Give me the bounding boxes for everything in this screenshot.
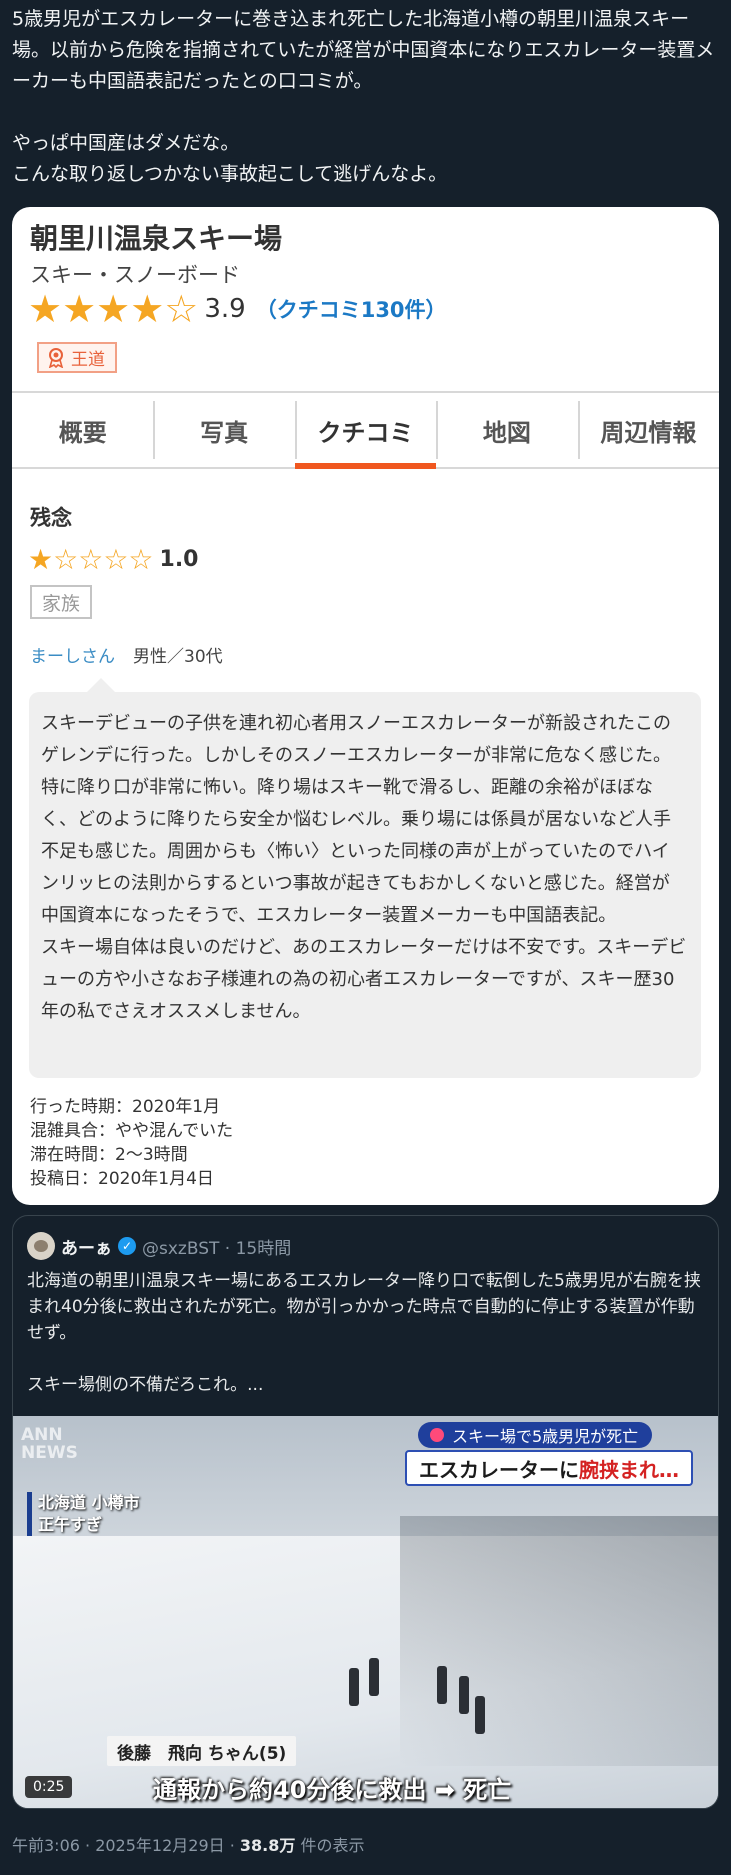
video-person — [459, 1676, 469, 1714]
view-label: 件の表示 — [295, 1836, 365, 1855]
video-headline-b: 腕挟まれ… — [579, 1457, 679, 1482]
video-headline-a: エスカレーターに — [419, 1457, 579, 1482]
video-person — [437, 1666, 447, 1704]
verified-icon: ✓ — [118, 1237, 136, 1255]
tab-overview: 概要 — [58, 418, 107, 447]
visit-crowd: 混雑具合：やや混んでいた — [30, 1121, 234, 1141]
video-location: 北海道 小樽市 正午すぎ — [27, 1492, 140, 1536]
logo-line-2: NEWS — [21, 1443, 78, 1463]
logo-line-1: ANN — [21, 1425, 63, 1445]
review-tag: 家族 — [30, 585, 93, 619]
video-duration: 0:25 — [25, 1776, 73, 1798]
review-user: まーしさん 男性／30代 — [30, 642, 223, 667]
star-full-icon: ★ — [28, 543, 54, 576]
tab-nearby: 周辺情報 — [577, 393, 719, 467]
video-player[interactable]: ANN NEWS 北海道 小樽市 正午すぎ スキー場で5歳男児が死亡 エスカレー… — [13, 1416, 718, 1808]
review-body: スキーデビューの子供を連れ初心者用スノーエスカレーターが新設されたこのゲレンデに… — [29, 678, 701, 1078]
tab-reviews: クチコミ — [294, 393, 437, 469]
avatar[interactable] — [27, 1232, 55, 1260]
place-category: スキー・スノーボード — [30, 263, 240, 287]
rating-stars: ★★★★☆ — [28, 289, 198, 329]
review-count-link: （クチコミ130件） — [255, 298, 447, 322]
visit-period: 行った時期：2020年1月 — [30, 1097, 221, 1117]
video-location-line2: 正午すぎ — [38, 1515, 103, 1534]
review-user-meta: 男性／30代 — [133, 647, 223, 667]
tweet-footer: 午前3:06 · 2025年12月29日 · 38.8万 件の表示 — [12, 1832, 364, 1856]
visit-info: 行った時期：2020年1月 混雑具合：やや混んでいた 滞在時間：2〜3時間 投稿… — [30, 1095, 233, 1191]
place-title: 朝里川温泉スキー場 — [30, 222, 283, 255]
video-shadow — [400, 1516, 718, 1766]
rating-value: 3.9 — [204, 294, 246, 324]
video-headline: エスカレーターに 腕挟まれ… — [405, 1450, 693, 1486]
quoted-author-handle: @sxzBST · 15時間 — [142, 1238, 292, 1259]
review-rating: ★☆☆☆☆ 1.0 — [28, 543, 199, 576]
badge-oudou: 王道 — [37, 342, 117, 373]
review-card-screenshot: 朝里川温泉スキー場 スキー・スノーボード ★★★★☆ 3.9 （クチコミ130件… — [12, 207, 719, 1205]
review-stars: ★☆☆☆☆ — [28, 543, 154, 576]
video-caption: 通報から約40分後に救出 ➡ 死亡 — [153, 1776, 512, 1804]
view-count: 38.8万 — [239, 1836, 296, 1855]
overall-rating: ★★★★☆ 3.9 （クチコミ130件） — [28, 289, 447, 329]
review-title: 残念 — [30, 506, 72, 530]
badge-label: 王道 — [71, 350, 105, 370]
visit-posted: 投稿日：2020年1月4日 — [30, 1169, 214, 1189]
video-person — [369, 1658, 379, 1696]
tab-map: 地図 — [436, 393, 577, 467]
video-news-logo: ANN NEWS — [21, 1426, 78, 1462]
quoted-author-name[interactable]: あーぁ — [61, 1234, 112, 1259]
tweet-text: 5歳男児がエスカレーターに巻き込まれ死亡した北海道小樽の朝里川温泉スキー場。以前… — [12, 8, 715, 185]
tweet-timestamp[interactable]: 午前3:06 · 2025年12月29日 · — [12, 1836, 240, 1855]
review-rating-value: 1.0 — [159, 547, 199, 572]
star-empty-icon: ☆☆☆☆ — [53, 543, 154, 576]
tab-bar: 概要 写真 クチコミ 地図 周辺情報 — [12, 391, 719, 469]
star-empty-icon: ☆ — [164, 287, 199, 331]
tab-photos: 写真 — [153, 393, 294, 467]
star-full-icon: ★★★★ — [28, 287, 165, 331]
video-person — [349, 1668, 359, 1706]
badge-ribbon-icon — [48, 347, 64, 368]
quoted-tweet-text: 北海道の朝里川温泉スキー場にあるエスカレーター降り口で転倒した5歳男児が右腕を挟… — [27, 1271, 701, 1395]
video-topic-chip: スキー場で5歳男児が死亡 — [418, 1422, 653, 1448]
quoted-tweet[interactable]: あーぁ ✓ @sxzBST · 15時間 北海道の朝里川温泉スキー場にあるエスカ… — [12, 1215, 719, 1809]
video-nameplate: 後藤 飛向 ちゃん(5) — [107, 1736, 297, 1766]
video-location-line1: 北海道 小樽市 — [38, 1493, 140, 1512]
quoted-tweet-header: あーぁ ✓ @sxzBST · 15時間 — [27, 1232, 291, 1260]
video-person — [475, 1696, 485, 1734]
visit-stay: 滞在時間：2〜3時間 — [30, 1145, 188, 1165]
review-user-name: まーしさん — [30, 647, 115, 667]
